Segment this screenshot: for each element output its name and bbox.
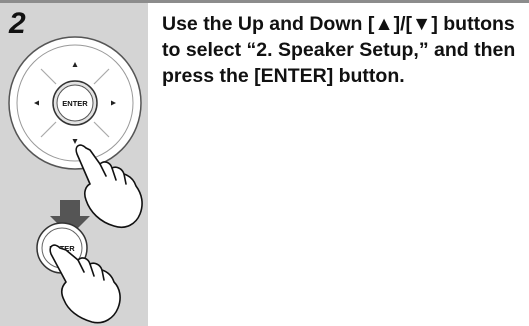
dpad: ENTER [8,36,142,170]
remote-illustration: ENTER ENTER [8,36,143,324]
dpad-enter-label: ENTER [62,99,88,108]
instruction-text: Use the Up and Down [▲]/[▼] buttons to s… [162,13,516,87]
